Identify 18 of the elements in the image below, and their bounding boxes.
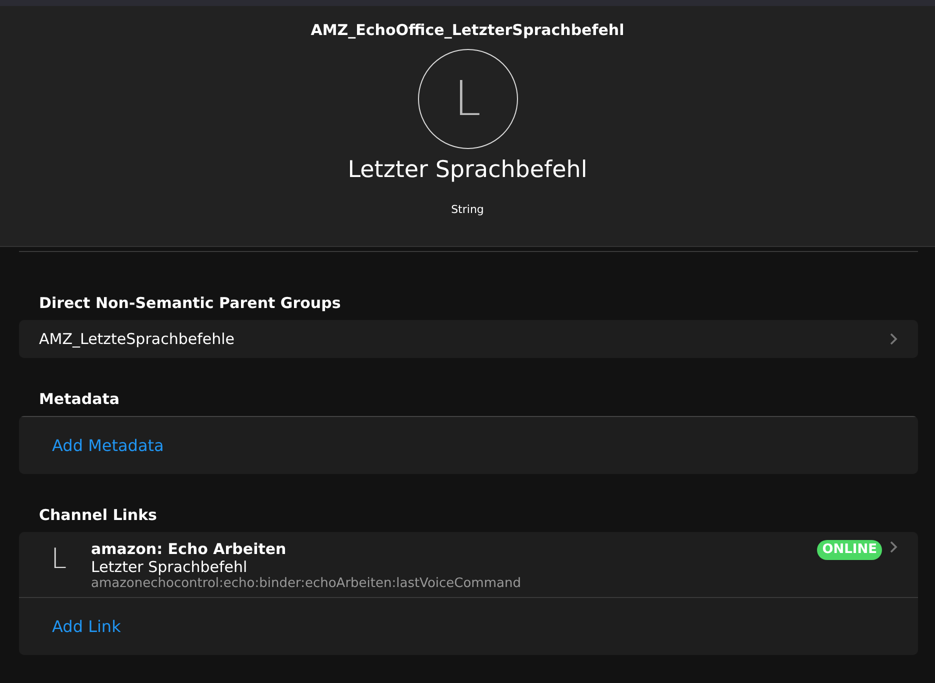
item-label: Letzter Sprachbefehl	[348, 157, 588, 183]
status-badge: ONLINE	[817, 540, 882, 560]
item-name: AMZ_EchoOffice_LetzterSprachbefehl	[310, 21, 624, 39]
link-icon: L	[51, 540, 91, 591]
chevron-icon	[888, 540, 898, 554]
item-type: String	[451, 203, 484, 216]
avatar: L	[418, 49, 518, 149]
add-metadata-link[interactable]: Add Metadata	[19, 417, 918, 474]
channel-name: Letzter Sprachbefehl	[91, 558, 248, 576]
group-item[interactable]: AMZ_LetzteSprachbefehle	[19, 320, 918, 358]
thing-name[interactable]: amazon: Echo Arbeiten	[91, 540, 818, 558]
add-link[interactable]: Add Link	[19, 598, 918, 655]
section-heading: Metadata	[38, 390, 121, 408]
channel-uid: amazonechocontrol:echo:binder:echoArbeiten:lastVoiceCommand	[91, 576, 522, 591]
chevron-icon	[888, 332, 898, 346]
group-name: AMZ_LetzteSprachbefehle	[39, 330, 234, 348]
section-heading: Direct Non-Semantic Parent Groups	[38, 294, 342, 312]
section-heading: Channel Links	[38, 506, 158, 524]
